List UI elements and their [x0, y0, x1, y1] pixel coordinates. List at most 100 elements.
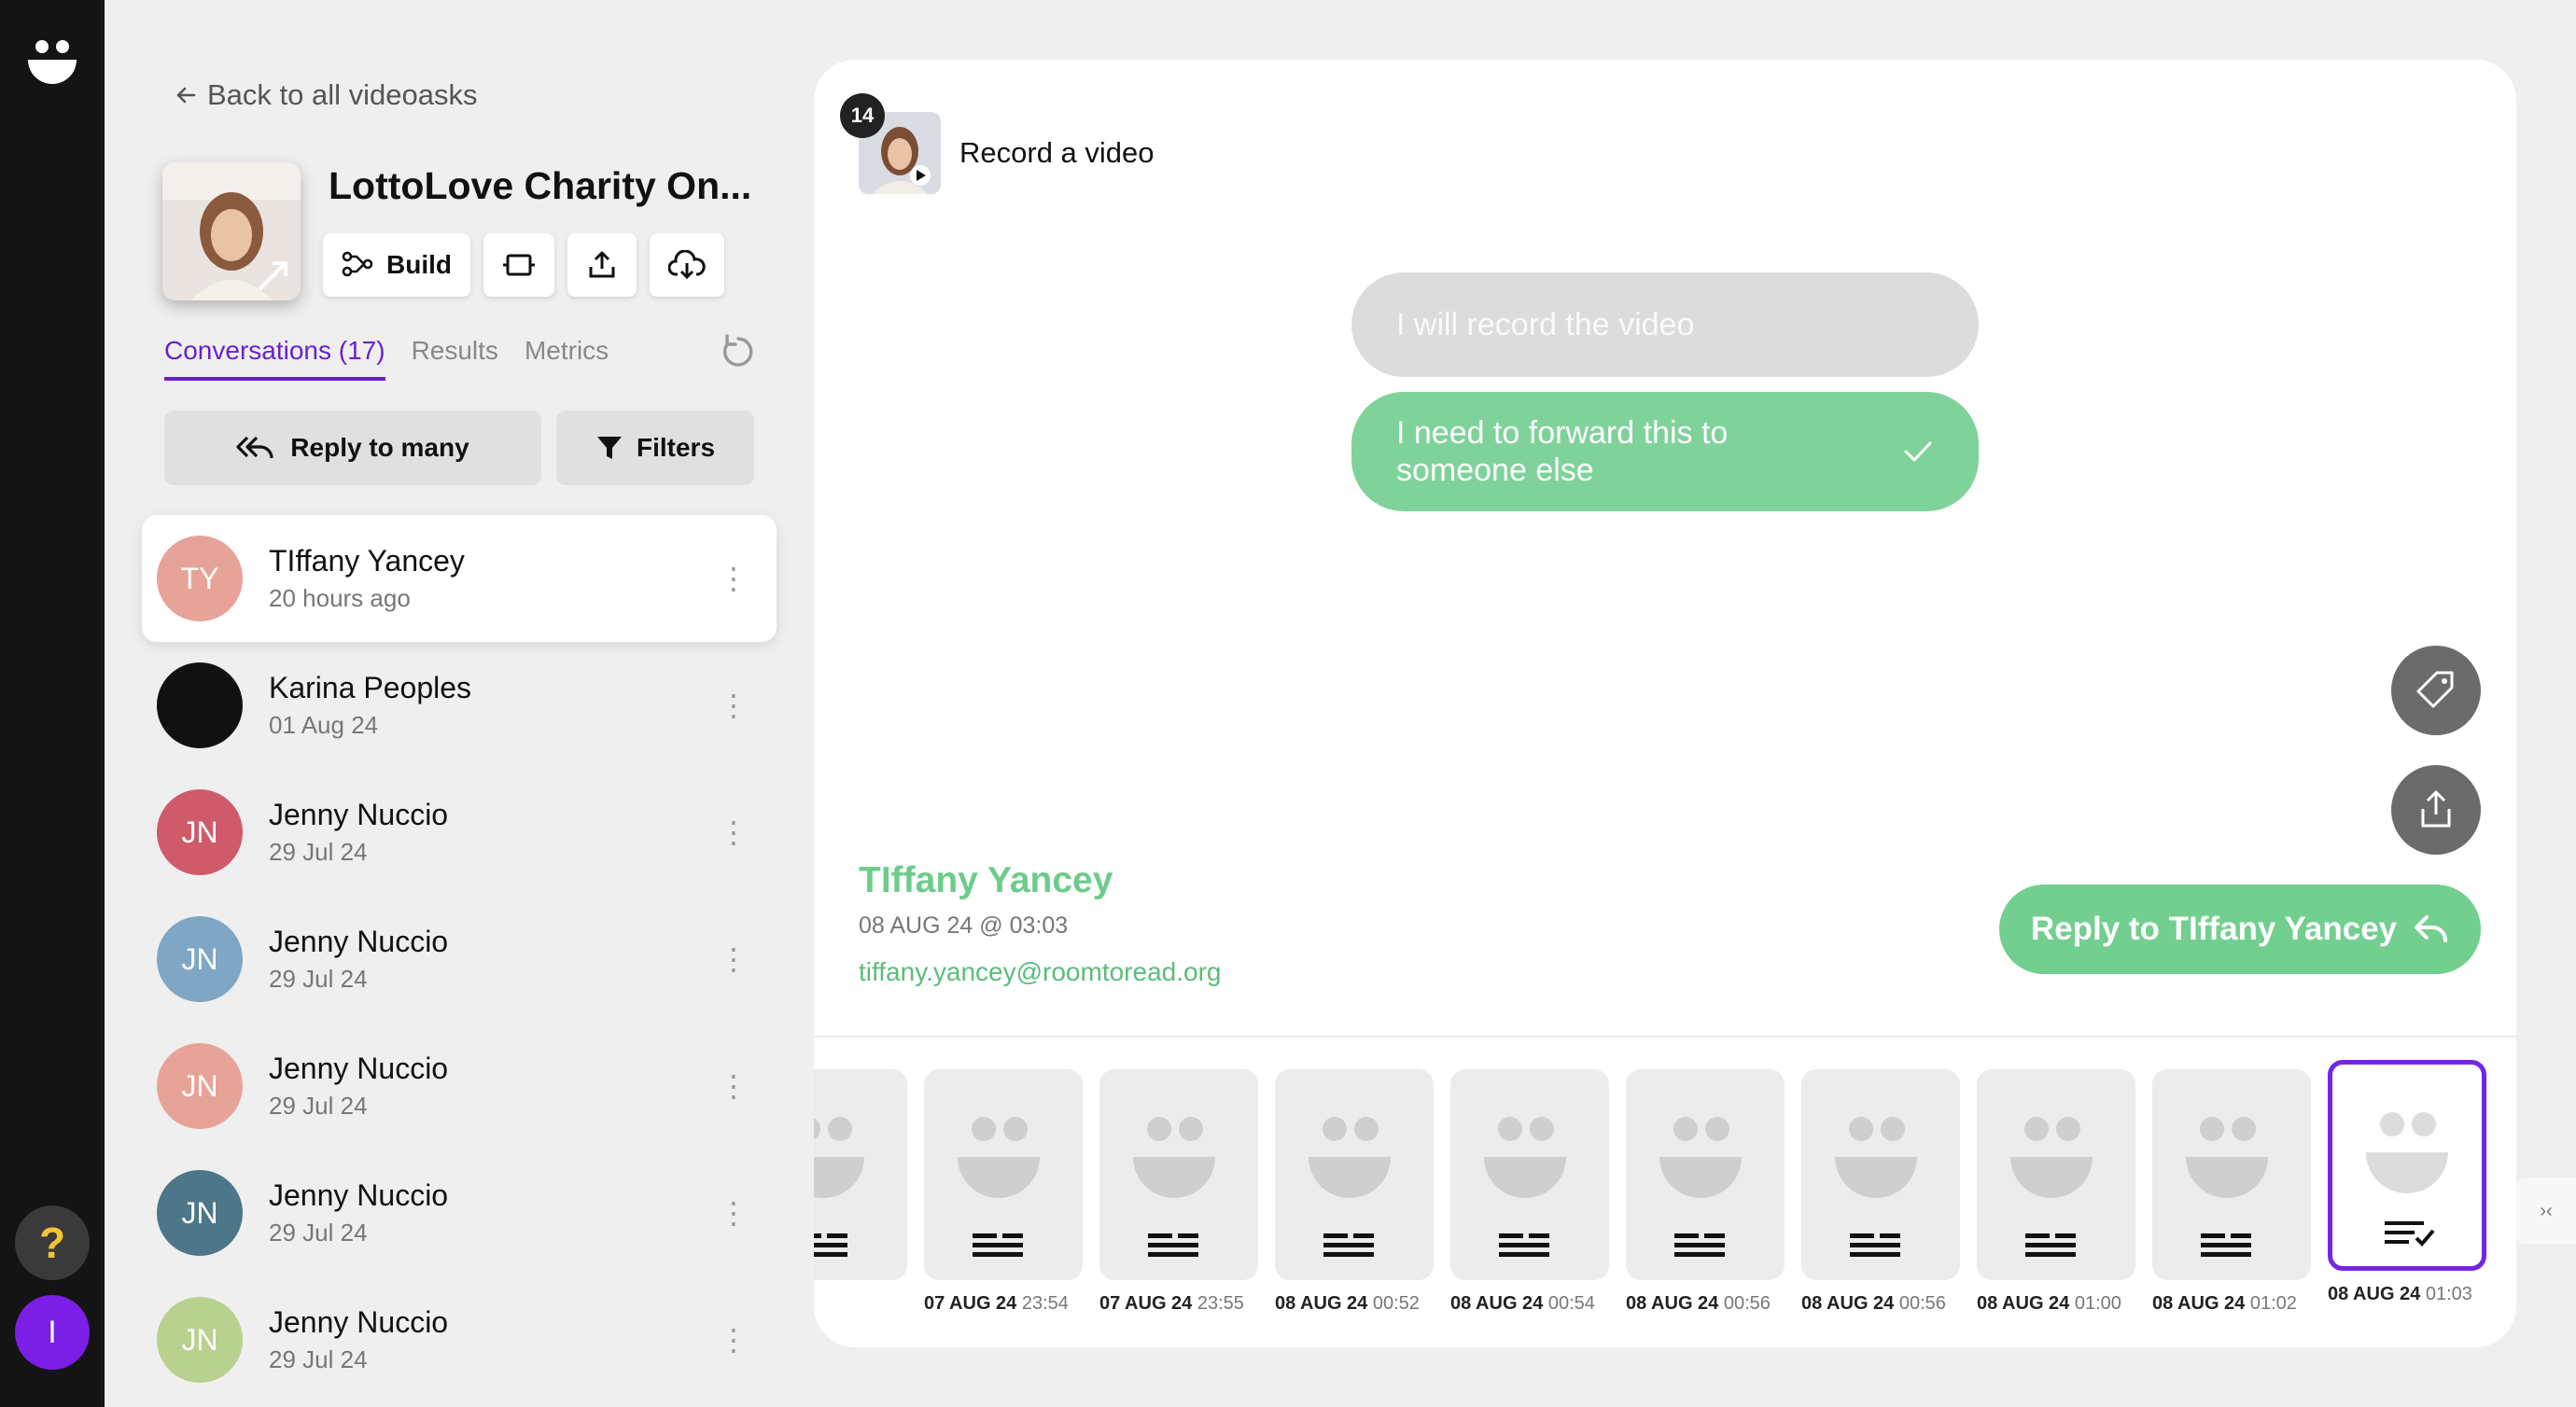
- share-icon: [2421, 790, 2451, 828]
- check-icon: [1904, 441, 1932, 462]
- reply-button-label: Reply to TIffany Yancey: [2030, 911, 2398, 947]
- contact-avatar: TY: [157, 536, 243, 621]
- divider: [814, 1036, 2516, 1038]
- videoask-thumbnail[interactable]: [162, 162, 301, 300]
- tab-metrics[interactable]: Metrics: [525, 336, 609, 381]
- filters-label: Filters: [636, 433, 716, 462]
- more-options-icon[interactable]: ⋮: [719, 1198, 749, 1228]
- contact-avatar: JN: [157, 1297, 243, 1383]
- tag-button[interactable]: [2391, 646, 2481, 735]
- respondent-email[interactable]: tiffany.yancey@roomtoread.org: [859, 957, 1221, 987]
- contact-avatar: JN: [157, 789, 243, 875]
- filters-button[interactable]: Filters: [556, 411, 754, 485]
- conversation-detail-panel: 14 Record a video I will record the vide…: [814, 60, 2516, 1347]
- contact-date: 29 Jul 24: [269, 1092, 368, 1120]
- share-button[interactable]: [567, 233, 637, 297]
- more-options-icon[interactable]: ⋮: [719, 944, 749, 974]
- reply-to-many-button[interactable]: Reply to many: [164, 411, 541, 485]
- timeline-timestamp: 08 AUG 24 00:54: [1450, 1293, 1595, 1314]
- step-label: Record a video: [959, 136, 1155, 169]
- response-face-icon: [1835, 1117, 1917, 1257]
- app-logo-icon[interactable]: [24, 35, 80, 91]
- conversation-item[interactable]: JN Jenny Nuccio 29 Jul 24 ⋮: [142, 1149, 777, 1276]
- app-rail: ? I: [0, 0, 105, 1407]
- response-face-icon: [1484, 1117, 1566, 1257]
- response-face-icon: [2366, 1112, 2448, 1247]
- embed-button[interactable]: [483, 233, 554, 297]
- contact-date: 29 Jul 24: [269, 838, 368, 866]
- contact-avatar: JN: [157, 1170, 243, 1256]
- timeline-card[interactable]: [2152, 1069, 2311, 1280]
- more-options-icon[interactable]: ⋮: [719, 1071, 749, 1101]
- contact-date: 20 hours ago: [269, 584, 411, 612]
- response-timestamp: 08 AUG 24 @ 03:03: [859, 912, 1069, 939]
- timeline-timestamp: 08 AUG 24 00:56: [1801, 1293, 1946, 1314]
- user-avatar[interactable]: I: [15, 1295, 90, 1370]
- build-button[interactable]: Build: [323, 233, 470, 297]
- response-face-icon: [1133, 1117, 1215, 1257]
- video-thumbnail-image: [162, 162, 301, 300]
- videoask-toolbar: Build: [323, 233, 724, 297]
- choice-option: I will record the video: [1351, 272, 1979, 377]
- tag-icon: [2416, 671, 2454, 708]
- flow-icon: [342, 251, 373, 277]
- refresh-icon[interactable]: [719, 332, 758, 371]
- timeline-card[interactable]: [1801, 1069, 1960, 1280]
- reply-to-many-label: Reply to many: [290, 433, 469, 462]
- contact-name: Karina Peoples: [269, 671, 472, 704]
- conversation-item[interactable]: JN Jenny Nuccio 29 Jul 24 ⋮: [142, 1023, 777, 1149]
- conversation-item[interactable]: JN Jenny Nuccio 29 Jul 24 ⋮: [142, 1276, 777, 1403]
- timeline-timestamp: 07 AUG 24 23:54: [924, 1293, 1069, 1314]
- timeline-card[interactable]: [814, 1069, 907, 1280]
- timeline-timestamp: 23:54: [814, 1293, 926, 1315]
- filter-icon: [596, 437, 622, 459]
- more-options-icon[interactable]: ⋮: [719, 817, 749, 847]
- more-options-icon[interactable]: ⋮: [719, 690, 749, 720]
- contact-name: TIffany Yancey: [269, 544, 465, 578]
- response-face-icon: [814, 1117, 864, 1257]
- timeline-card[interactable]: [1275, 1069, 1434, 1280]
- contact-name: Jenny Nuccio: [269, 1305, 449, 1339]
- share-conversation-button[interactable]: [2391, 765, 2481, 855]
- response-face-icon: [1309, 1117, 1391, 1257]
- more-options-icon[interactable]: ⋮: [719, 564, 749, 593]
- timeline-card[interactable]: [1977, 1069, 2135, 1280]
- timeline-card[interactable]: [1626, 1069, 1785, 1280]
- timeline-timestamp: 08 AUG 24 01:02: [2152, 1293, 2297, 1314]
- tab-results[interactable]: Results: [412, 336, 498, 381]
- contact-date: 29 Jul 24: [269, 1345, 368, 1373]
- tab-conversations[interactable]: Conversations (17): [164, 336, 385, 381]
- contact-date: 29 Jul 24: [269, 1219, 368, 1247]
- contact-name: Jenny Nuccio: [269, 1178, 449, 1212]
- reply-all-icon: [236, 436, 273, 459]
- sidebar-tabs: Conversations (17) Results Metrics: [164, 336, 609, 381]
- choice-option-selected: I need to forward this to someone else: [1351, 392, 1979, 511]
- timeline-card[interactable]: [1450, 1069, 1609, 1280]
- response-face-icon: [2186, 1117, 2268, 1257]
- contact-avatar: [157, 662, 243, 748]
- contact-date: 01 Aug 24: [269, 711, 379, 739]
- build-label: Build: [386, 250, 452, 279]
- contact-name: Jenny Nuccio: [269, 798, 449, 831]
- timeline-card[interactable]: [924, 1069, 1083, 1280]
- back-link[interactable]: Back to all videoasks: [174, 78, 477, 112]
- back-link-label: Back to all videoasks: [207, 78, 478, 111]
- timeline-card[interactable]: [1099, 1069, 1258, 1280]
- more-options-icon[interactable]: ⋮: [719, 1325, 749, 1355]
- cloud-download-icon: [668, 250, 706, 280]
- conversation-item[interactable]: JN Jenny Nuccio 29 Jul 24 ⋮: [142, 769, 777, 896]
- help-button[interactable]: ?: [15, 1205, 90, 1280]
- conversation-item[interactable]: JN Jenny Nuccio 29 Jul 24 ⋮: [142, 896, 777, 1023]
- conversation-item[interactable]: Karina Peoples 01 Aug 24 ⋮: [142, 642, 777, 769]
- timeline-timestamp: 08 AUG 24 00:52: [1275, 1293, 1420, 1314]
- conversation-item[interactable]: TY TIffany Yancey 20 hours ago ⋮: [142, 515, 777, 642]
- timeline-timestamp: 07 AUG 24 23:55: [1099, 1293, 1244, 1314]
- collapse-side-tab[interactable]: ›‹: [2516, 1177, 2576, 1245]
- timeline-card-selected[interactable]: [2328, 1060, 2486, 1271]
- reply-button[interactable]: Reply to TIffany Yancey: [1999, 885, 2481, 974]
- contact-name: Jenny Nuccio: [269, 1052, 449, 1085]
- share-icon: [589, 251, 615, 278]
- videoask-title: LottoLove Charity On...: [329, 164, 752, 207]
- download-button[interactable]: [650, 233, 724, 297]
- conversation-list: TY TIffany Yancey 20 hours ago ⋮ Karina …: [142, 515, 777, 1403]
